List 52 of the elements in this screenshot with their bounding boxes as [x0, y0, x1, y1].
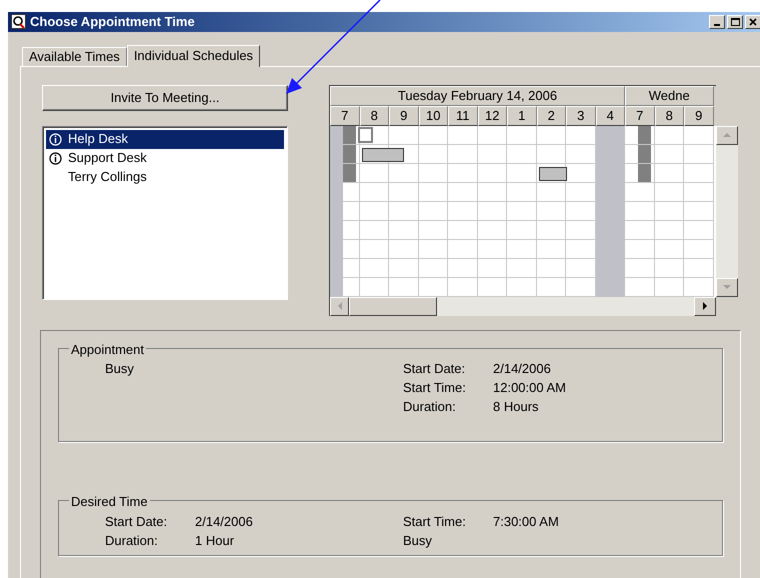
- scroll-right-button[interactable]: [694, 296, 716, 316]
- day-header: Tuesday February 14, 2006: [330, 86, 625, 106]
- hour-header: 9: [389, 106, 418, 126]
- scroll-down-button[interactable]: [716, 278, 738, 296]
- field-value: 7:30:00 AM: [493, 512, 559, 530]
- invite-button[interactable]: Invite To Meeting...: [42, 84, 288, 110]
- field-label: Start Date:: [403, 360, 466, 378]
- field-label: Duration:: [105, 532, 159, 550]
- hour-header: 2: [536, 106, 566, 126]
- field-label: Start Time:: [403, 512, 467, 530]
- status-text: Busy: [403, 532, 433, 550]
- left-arrow-icon: [338, 302, 342, 310]
- field-value: 8 Hours: [493, 398, 539, 416]
- vertical-scrollbar[interactable]: [716, 126, 738, 296]
- tab[interactable]: Available Times: [22, 46, 127, 66]
- field-value: 12:00:00 AM: [493, 378, 566, 396]
- day-header: Wedne: [625, 86, 714, 106]
- right-arrow-icon: [703, 302, 707, 310]
- hour-header: 11: [448, 106, 478, 126]
- field-value: 2/14/2006: [195, 512, 253, 530]
- minimize-button[interactable]: [709, 14, 725, 29]
- hour-header: 8: [654, 106, 684, 126]
- close-button[interactable]: [745, 14, 760, 29]
- close-icon: [749, 18, 757, 26]
- attendee-item[interactable]: Support Desk: [46, 148, 284, 168]
- horizontal-scrollbar[interactable]: [329, 296, 716, 316]
- hour-header: 9: [684, 106, 714, 126]
- scroll-left-button[interactable]: [330, 296, 349, 316]
- scroll-up-button[interactable]: [716, 126, 738, 144]
- down-arrow-icon: [723, 285, 731, 289]
- hour-header: 7: [330, 106, 360, 126]
- status-text: Busy: [105, 360, 135, 378]
- field-label: Start Time:: [403, 378, 467, 396]
- up-arrow-icon: [723, 133, 731, 137]
- hour-header: 3: [566, 106, 596, 126]
- hour-header: 10: [418, 106, 448, 126]
- hour-header: 7: [625, 106, 654, 126]
- hour-header: 1: [507, 106, 536, 126]
- scroll-thumb[interactable]: [349, 296, 437, 316]
- field-label: Duration:: [403, 398, 457, 416]
- hour-header: 4: [596, 106, 625, 126]
- tab[interactable]: Individual Schedules: [126, 44, 260, 66]
- hour-header: 12: [478, 106, 507, 126]
- field-value: 2/14/2006: [493, 360, 551, 378]
- attendee-item[interactable]: Help Desk: [46, 130, 284, 148]
- field-label: Start Date:: [105, 512, 168, 530]
- field-value: 1 Hour: [195, 532, 234, 550]
- window-icon: [11, 14, 26, 30]
- attendee-item[interactable]: Terry Collings: [46, 168, 284, 186]
- hour-header: 8: [360, 106, 389, 126]
- maximize-button[interactable]: [727, 14, 743, 29]
- window-title: Choose Appointment Time: [30, 13, 195, 31]
